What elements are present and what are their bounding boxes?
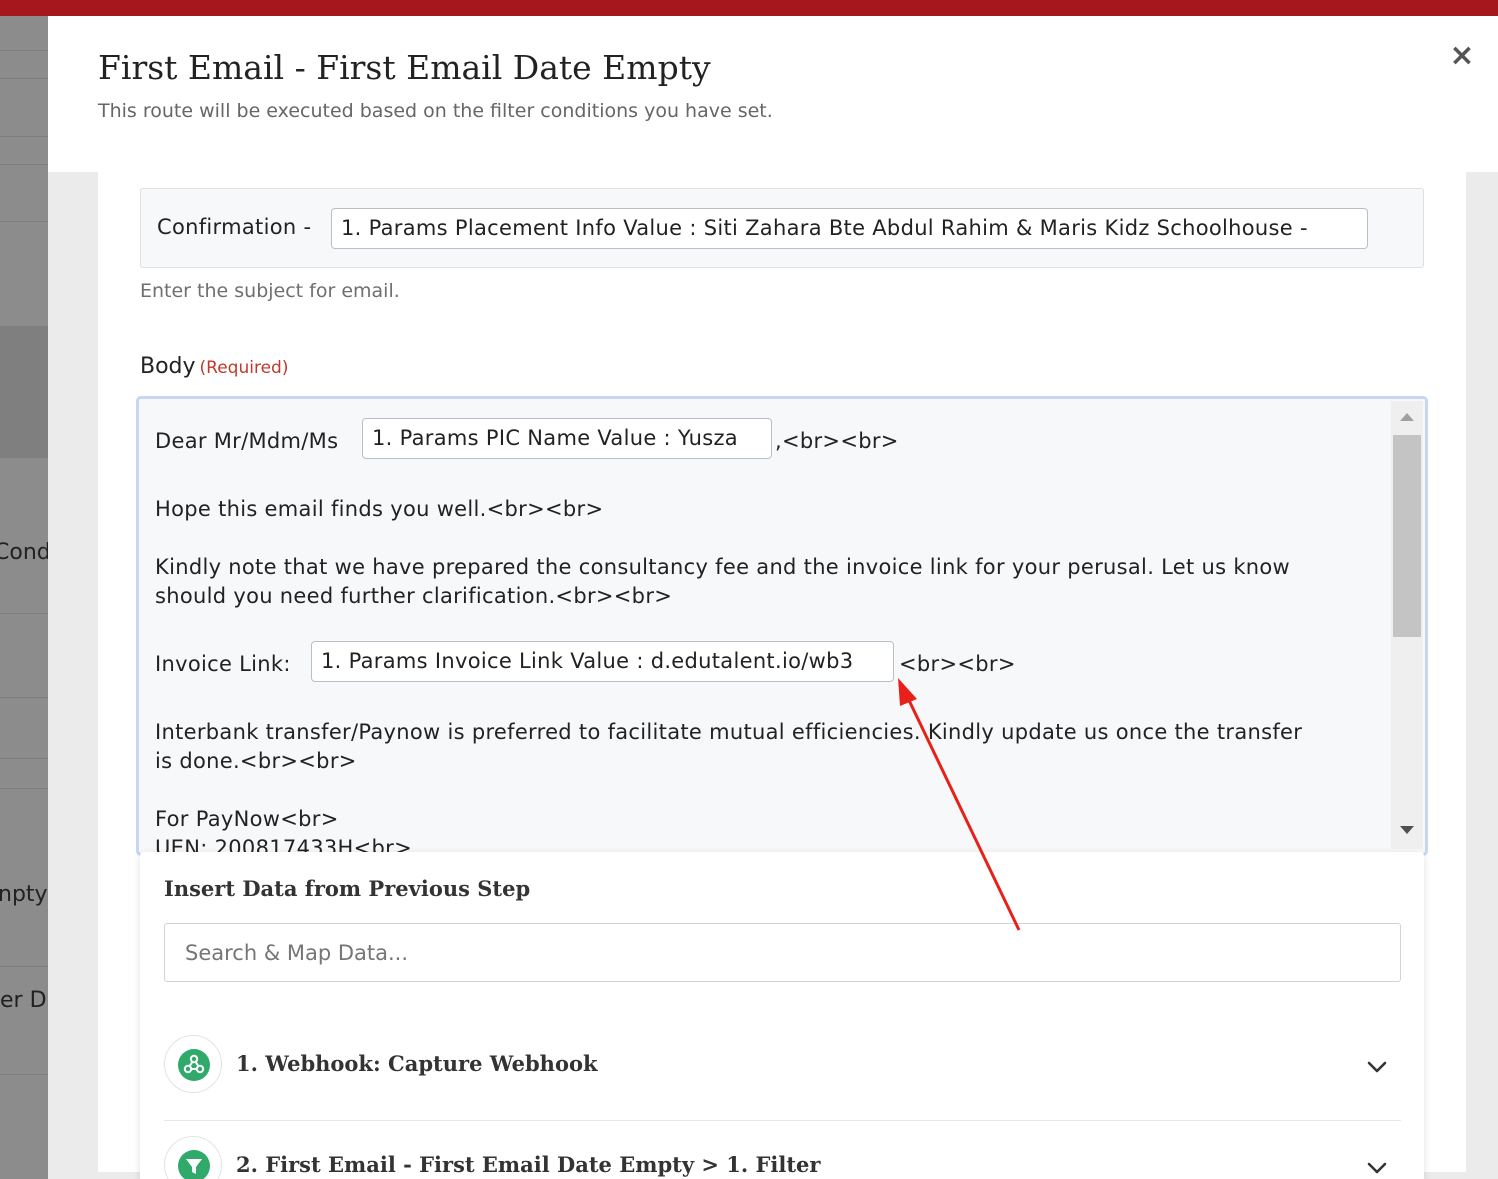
body-label-text: Body	[140, 354, 196, 379]
background-text: er D	[0, 988, 47, 1013]
body-text-line: <br><br>	[899, 652, 1016, 676]
subject-hint: Enter the subject for email.	[140, 280, 400, 302]
background-page: Cond npty er D	[0, 16, 48, 1179]
step-item-webhook[interactable]: 1. Webhook: Capture Webhook	[164, 1035, 1401, 1115]
body-editor[interactable]: Dear Mr/Mdm/Ms 1. Params PIC Name Value …	[136, 396, 1428, 856]
top-accent-bar	[0, 0, 1498, 16]
body-text-line: should you need further clarification.<b…	[155, 584, 673, 608]
insert-data-panel: Insert Data from Previous Step 1. Webhoo…	[140, 852, 1424, 1179]
subject-prefix-text: Confirmation -	[157, 215, 312, 239]
chevron-down-icon[interactable]	[1365, 1055, 1389, 1079]
body-text-line: ,<br><br>	[775, 429, 899, 453]
filter-icon	[178, 1150, 210, 1179]
step-icon-badge	[164, 1136, 222, 1179]
step-divider	[164, 1120, 1401, 1121]
webhook-icon	[178, 1049, 210, 1081]
step-label: 2. First Email - First Email Date Empty …	[236, 1152, 821, 1177]
body-text-line: Kindly note that we have prepared the co…	[155, 555, 1291, 579]
pic-name-token[interactable]: 1. Params PIC Name Value : Yusza	[362, 418, 772, 459]
editor-scrollbar[interactable]	[1391, 401, 1423, 849]
insert-data-title: Insert Data from Previous Step	[164, 876, 531, 901]
close-icon: ×	[1449, 38, 1475, 73]
background-text: npty	[0, 882, 48, 907]
route-modal: First Email - First Email Date Empty Thi…	[48, 16, 1498, 1179]
invoice-link-token[interactable]: 1. Params Invoice Link Value : d.edutale…	[311, 641, 894, 682]
body-text-line: is done.<br><br>	[155, 749, 357, 773]
modal-header: First Email - First Email Date Empty Thi…	[48, 16, 1498, 172]
search-map-data-input[interactable]	[164, 923, 1401, 982]
close-button[interactable]: ×	[1444, 38, 1480, 74]
body-text-line: Invoice Link:	[155, 652, 291, 676]
step-icon-badge	[164, 1035, 222, 1093]
chevron-down-icon[interactable]	[1365, 1156, 1389, 1179]
body-label: Body (Required)	[140, 354, 288, 379]
scroll-up-arrow-icon[interactable]	[1400, 413, 1414, 421]
body-text-line: Hope this email finds you well.<br><br>	[155, 497, 604, 521]
step-item-filter[interactable]: 2. First Email - First Email Date Empty …	[164, 1136, 1401, 1179]
body-text-line: Dear Mr/Mdm/Ms	[155, 429, 339, 453]
scroll-thumb[interactable]	[1393, 435, 1421, 637]
subject-field[interactable]: Confirmation - 1. Params Placement Info …	[140, 188, 1424, 268]
body-text-line: For PayNow<br>	[155, 807, 339, 831]
step-label: 1. Webhook: Capture Webhook	[236, 1051, 598, 1076]
scroll-down-arrow-icon[interactable]	[1400, 826, 1414, 834]
modal-body: Confirmation - 1. Params Placement Info …	[98, 172, 1466, 1179]
subject-data-token[interactable]: 1. Params Placement Info Value : Siti Za…	[331, 208, 1368, 249]
modal-title: First Email - First Email Date Empty	[98, 48, 711, 87]
modal-subtitle: This route will be executed based on the…	[98, 100, 773, 122]
required-indicator: (Required)	[199, 358, 289, 378]
background-text: Cond	[0, 540, 48, 565]
body-text-line: Interbank transfer/Paynow is preferred t…	[155, 720, 1303, 744]
